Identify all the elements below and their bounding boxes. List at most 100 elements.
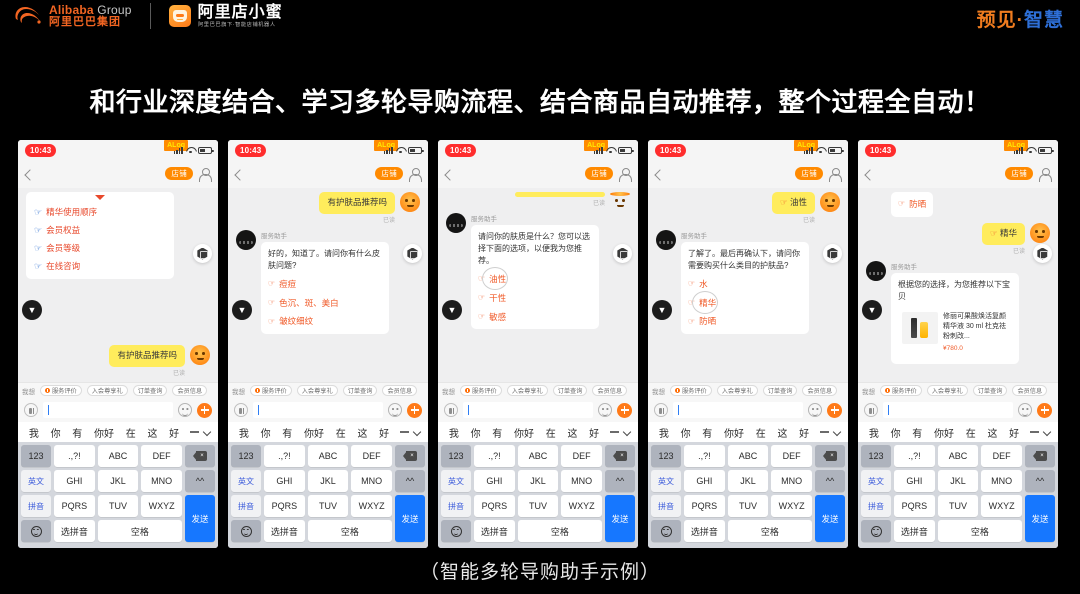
message-input[interactable] [463,402,593,418]
suggestion-word[interactable]: 在 [750,425,772,440]
suggestion-word[interactable]: 好 [793,425,815,440]
key-shift[interactable]: ^^ [395,470,425,492]
quick-tab-chip[interactable]: 服务评价 [40,385,82,396]
key-pqrs[interactable]: PQRS [894,495,935,517]
key-def[interactable]: DEF [981,445,1022,467]
voice-icon[interactable] [864,403,878,417]
suggestion-word[interactable]: 这 [772,425,794,440]
key-pinyin[interactable]: 拼音 [861,495,891,517]
list-item[interactable]: ☞ 在线咨询 [34,260,166,272]
quick-tab-chip[interactable]: 服务评价 [250,385,292,396]
key-wxyz[interactable]: WXYZ [981,495,1022,517]
key-mno[interactable]: MNO [771,470,812,492]
floating-hex-button[interactable] [823,244,842,263]
key-ghi[interactable]: GHI [264,470,305,492]
key-select-pinyin[interactable]: 选拼音 [894,520,935,542]
shop-badge[interactable]: 店铺 [165,167,193,180]
key-shift[interactable]: ^^ [605,470,635,492]
key-jkl[interactable]: JKL [727,470,769,492]
key-wxyz[interactable]: WXYZ [771,495,812,517]
shop-badge[interactable]: 店铺 [1005,167,1033,180]
bot-option[interactable]: ☞ 水 [688,278,802,291]
key-def[interactable]: DEF [141,445,182,467]
chevron-down-icon[interactable] [622,427,632,437]
key-select-pinyin[interactable]: 选拼音 [264,520,305,542]
emoji-icon[interactable] [1018,403,1032,417]
floating-hex-button[interactable] [613,244,632,263]
suggestion-word[interactable]: 我 [233,425,255,440]
person-icon[interactable] [618,167,632,182]
suggestion-word[interactable]: 好 [373,425,395,440]
list-item[interactable]: ☞ 精华使用顺序 [34,206,166,218]
quick-tab-chip[interactable]: 订单查询 [552,385,588,396]
back-icon[interactable] [864,169,876,181]
suggestion-word[interactable]: 好 [1003,425,1025,440]
key-emoji[interactable] [231,520,261,542]
key-select-pinyin[interactable]: 选拼音 [474,520,515,542]
bot-option[interactable]: ☞ 皱纹细纹 [268,315,382,328]
quick-tab-chip[interactable]: 入会尊享礼 [506,385,548,396]
key-select-pinyin[interactable]: 选拼音 [54,520,95,542]
bot-option[interactable]: ☞ 敏感 [478,311,592,324]
suggestion-word[interactable]: 这 [142,425,164,440]
key-punct[interactable]: .,?! [474,445,515,467]
add-icon[interactable] [407,402,422,418]
suggestion-word[interactable]: 你 [885,425,907,440]
key-jkl[interactable]: JKL [307,470,349,492]
quick-tab-chip[interactable]: 订单查询 [762,385,798,396]
bot-option[interactable]: ☞ 痘痘 [268,278,382,291]
voice-icon[interactable] [654,403,668,417]
suggestion-word[interactable]: 你 [675,425,697,440]
suggestion-word[interactable]: 在 [330,425,352,440]
scroll-down-button[interactable]: ▼ [22,300,42,320]
suggestion-word[interactable]: 有 [66,425,88,440]
bot-option[interactable]: ☞ 干性 [478,292,592,305]
key-wxyz[interactable]: WXYZ [561,495,602,517]
quick-tab-chip[interactable]: 服务评价 [670,385,712,396]
scroll-down-button[interactable]: ▼ [442,300,462,320]
message-input[interactable] [43,402,173,418]
key-def[interactable]: DEF [561,445,602,467]
key-english[interactable]: 英文 [861,470,891,492]
key-select-pinyin[interactable]: 选拼音 [684,520,725,542]
suggestion-word[interactable]: 你 [45,425,67,440]
key-punct[interactable]: .,?! [894,445,935,467]
key-space[interactable]: 空格 [517,520,602,542]
quick-tab-chip[interactable]: 服务评价 [460,385,502,396]
key-pinyin[interactable]: 拼音 [441,495,471,517]
key-space[interactable]: 空格 [307,520,392,542]
key-backspace[interactable]: × [395,445,425,467]
back-icon[interactable] [234,169,246,181]
quick-tab-chip[interactable]: 入会尊享礼 [86,385,128,396]
bot-option-selected[interactable]: ☞ 精华 [688,290,802,314]
key-ghi[interactable]: GHI [684,470,725,492]
key-space[interactable]: 空格 [937,520,1022,542]
key-pqrs[interactable]: PQRS [684,495,725,517]
suggestion-word[interactable]: 有 [276,425,298,440]
key-ghi[interactable]: GHI [894,470,935,492]
quick-tab-chip[interactable]: 会员信息 [1012,385,1048,396]
quick-tab-chip[interactable]: 订单查询 [132,385,168,396]
key-abc[interactable]: ABC [937,445,979,467]
scroll-down-button[interactable]: ▼ [652,300,672,320]
chevron-down-icon[interactable] [1042,427,1052,437]
suggestion-word[interactable]: 有 [486,425,508,440]
bot-option-selected[interactable]: ☞ 油性 [478,267,592,290]
emoji-icon[interactable] [388,403,402,417]
key-jkl[interactable]: JKL [517,470,559,492]
quick-tab-chip[interactable]: 服务评价 [880,385,922,396]
key-send[interactable]: 发送 [815,495,845,542]
emoji-icon[interactable] [808,403,822,417]
suggestion-word[interactable]: 这 [352,425,374,440]
key-mno[interactable]: MNO [141,470,182,492]
chevron-down-icon[interactable] [202,427,212,437]
key-english[interactable]: 英文 [441,470,471,492]
back-icon[interactable] [444,169,456,181]
quick-tab-chip[interactable]: 入会尊享礼 [296,385,338,396]
key-punct[interactable]: .,?! [684,445,725,467]
key-backspace[interactable]: × [1025,445,1055,467]
quick-tab-chip[interactable]: 入会尊享礼 [926,385,968,396]
suggestion-word[interactable]: 我 [653,425,675,440]
key-send[interactable]: 发送 [395,495,425,542]
key-123[interactable]: 123 [21,445,51,467]
